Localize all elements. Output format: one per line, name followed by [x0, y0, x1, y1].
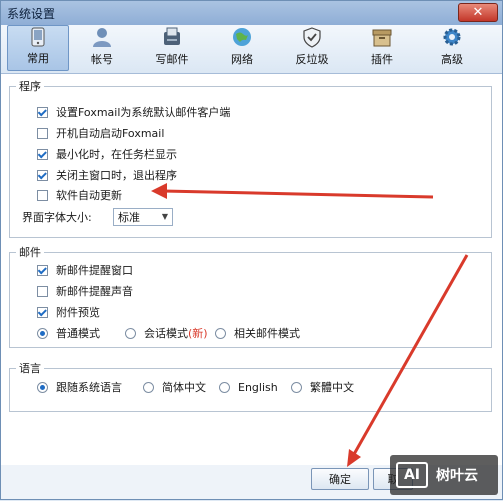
annotation-arrows — [151, 183, 469, 467]
watermark-text: 树叶云 — [436, 468, 478, 484]
arrow-head — [151, 183, 167, 199]
settings-window: 系统设置 ✕ 常用 帐号 写邮件 网络 反垃圾 插件 高级 程序 设置Foxma… — [0, 0, 503, 500]
watermark-logo: AI — [396, 462, 428, 488]
arrow-to-auto-update — [162, 189, 434, 199]
arrow-to-ok-button — [351, 254, 469, 457]
watermark: AI 树叶云 — [390, 455, 498, 495]
